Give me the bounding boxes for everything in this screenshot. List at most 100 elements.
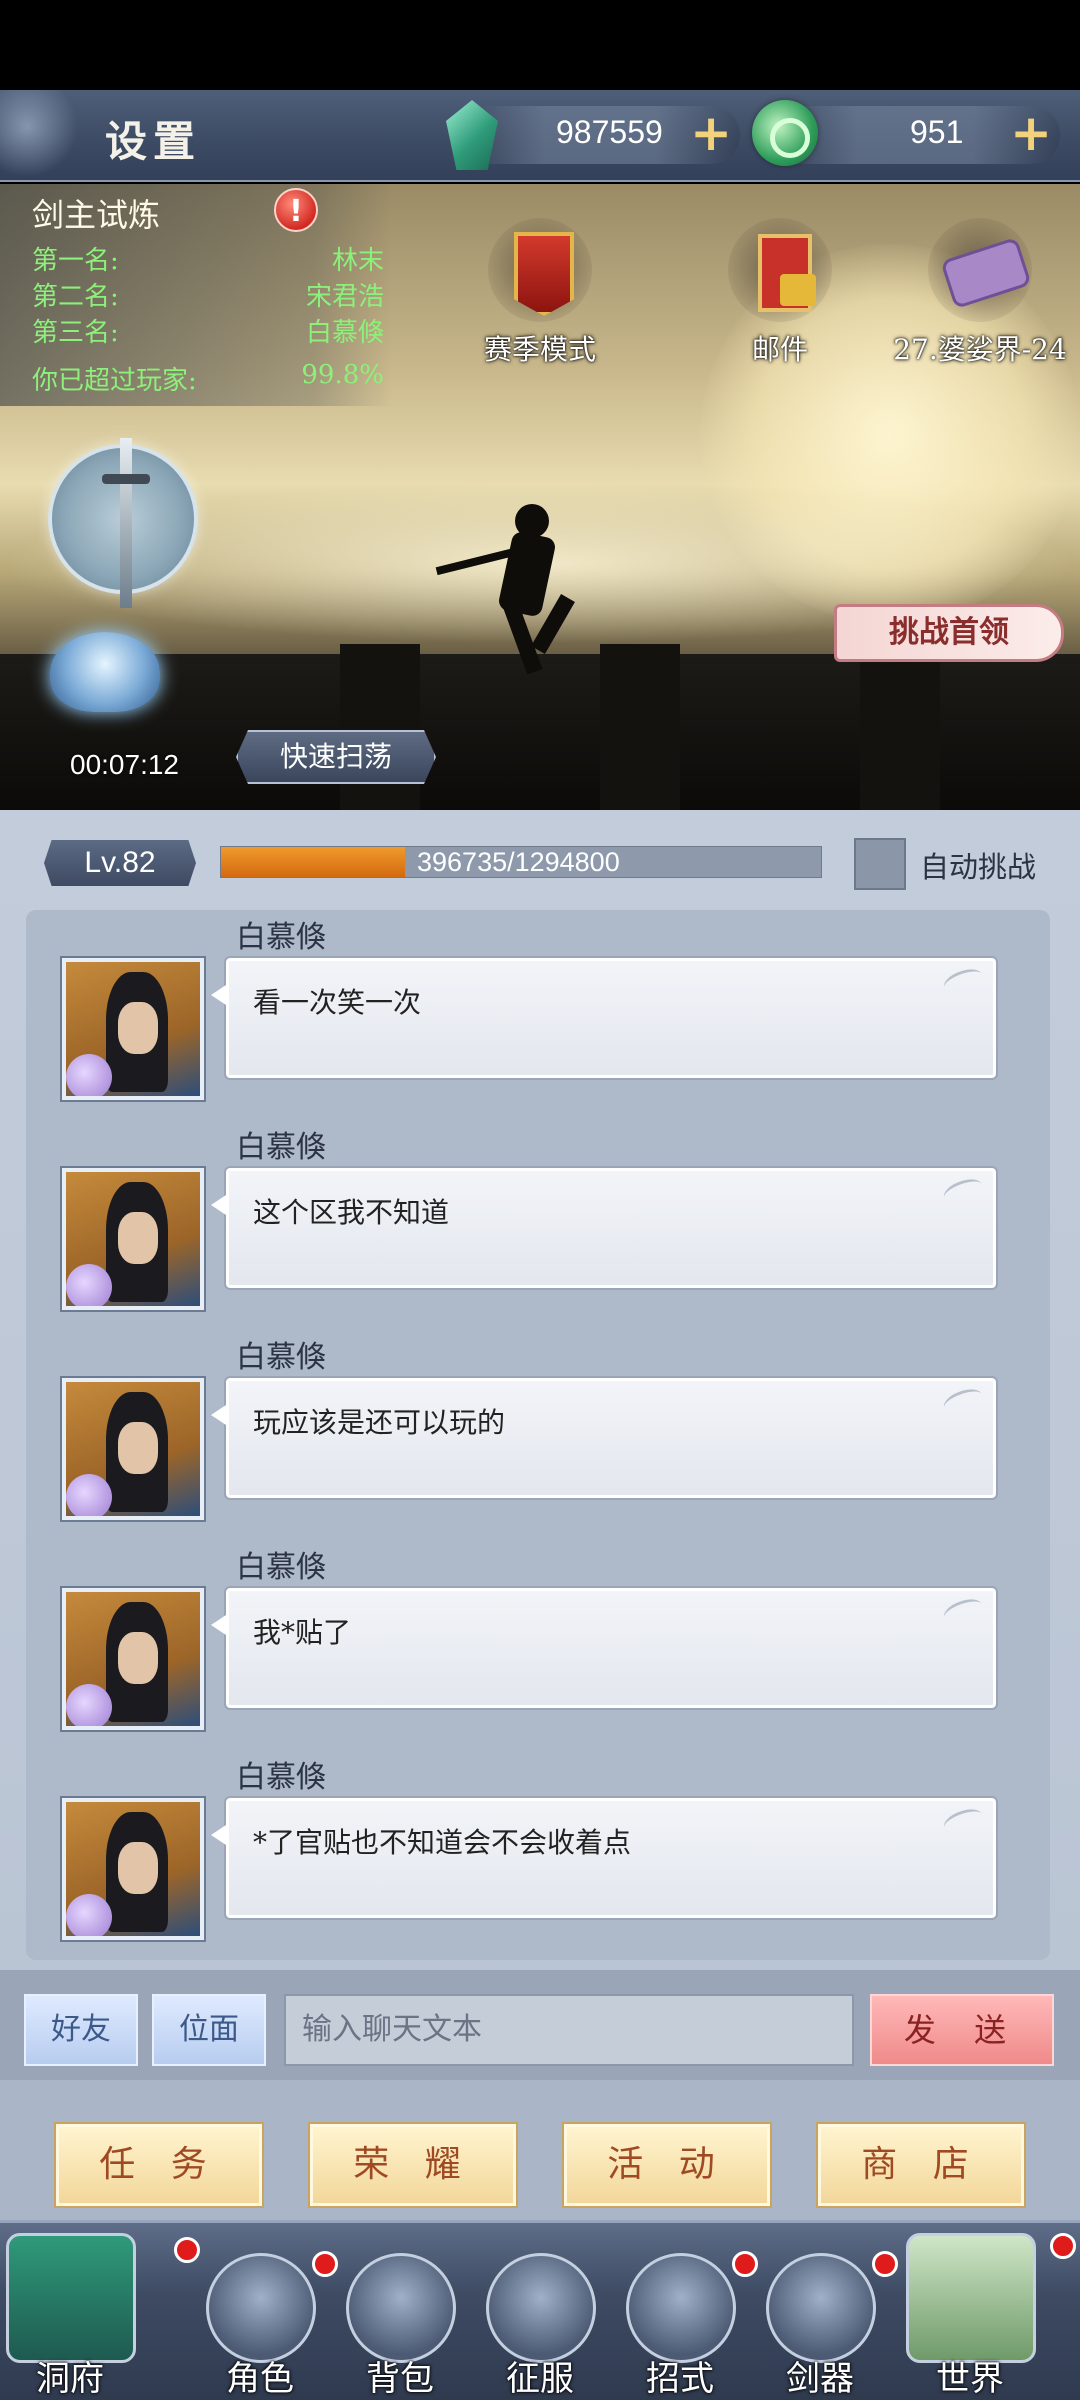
chat-message: 白慕倏 看一次笑一次 <box>26 910 1050 1120</box>
rank-row-second: 第二名: 宋君浩 <box>32 276 384 312</box>
message-text: 看一次笑一次 <box>253 986 422 1019</box>
xp-text: 396735/1294800 <box>417 847 620 877</box>
rank-label: 你已超过玩家: <box>32 366 197 396</box>
battle-scene: 剑主试炼 ! 第一名: 林末 第二名: 宋君浩 第三名: 白慕倏 你已超过玩家:… <box>0 184 1080 810</box>
scroll-icon <box>928 218 1032 322</box>
feather-decoration-icon <box>940 1174 986 1208</box>
rank-row-first: 第一名: 林末 <box>32 240 384 276</box>
message-bubble: *了官贴也不知道会不会收着点 <box>211 1796 998 1920</box>
jade-currency: 987559 + <box>446 100 740 170</box>
chat-message: 白慕倏 这个区我不知道 <box>26 1120 1050 1330</box>
feather-decoration-icon <box>940 1384 986 1418</box>
avatar[interactable] <box>60 1166 206 1312</box>
friends-tab[interactable]: 好友 <box>24 1994 138 2066</box>
rank-value: 林末 <box>331 246 384 276</box>
alert-icon[interactable]: ! <box>274 188 318 232</box>
plane-tab[interactable]: 位面 <box>152 1994 266 2066</box>
tasks-button[interactable]: 任 务 <box>54 2122 264 2208</box>
sender-name: 白慕倏 <box>236 1130 326 1165</box>
quick-sweep-button[interactable]: 快速扫荡 <box>236 730 436 784</box>
feather-decoration-icon <box>940 964 986 998</box>
world-map-icon <box>906 2233 1036 2363</box>
nav-character[interactable]: 角色 <box>190 2223 338 2400</box>
chat-message-list[interactable]: 白慕倏 看一次笑一次 白慕倏 这个区我不知道 白慕倏 玩应该是还可以玩的 白慕倏… <box>26 910 1050 1960</box>
nav-cave-house[interactable]: 洞府 <box>0 2223 200 2400</box>
coin-amount: 951 <box>910 114 964 150</box>
rank-label: 第二名: <box>32 282 119 312</box>
level-badge: Lv.82 <box>44 840 196 886</box>
rank-label: 第三名: <box>32 318 119 348</box>
add-jade-button[interactable]: + <box>690 104 732 162</box>
avatar[interactable] <box>60 1586 206 1732</box>
shop-button[interactable]: 商 店 <box>816 2122 1026 2208</box>
season-mode-button[interactable]: 赛季模式 <box>470 218 610 368</box>
message-text: 这个区我不知道 <box>253 1196 450 1229</box>
pillar <box>340 644 420 810</box>
crossed-swords-icon <box>486 2253 596 2363</box>
message-bubble: 这个区我不知道 <box>211 1166 998 1290</box>
message-text: 玩应该是还可以玩的 <box>253 1406 506 1439</box>
swordsman-silhouette <box>435 494 615 675</box>
avatar[interactable] <box>60 1376 206 1522</box>
mail-icon <box>728 218 832 322</box>
send-button[interactable]: 发 送 <box>870 1994 1054 2066</box>
sword-medal-button[interactable] <box>48 438 198 608</box>
bottom-nav: 洞府 角色 背包 征服 招式 剑器 世界 <box>0 2220 1080 2400</box>
nav-label: 背包 <box>366 2359 434 2399</box>
bag-icon <box>346 2253 456 2363</box>
nav-bag[interactable]: 背包 <box>330 2223 470 2400</box>
chat-message: 白慕倏 我*贴了 <box>26 1540 1050 1750</box>
message-text: 我*贴了 <box>253 1616 352 1649</box>
cave-house-icon <box>6 2233 136 2363</box>
notification-dot <box>872 2251 898 2277</box>
message-bubble: 玩应该是还可以玩的 <box>211 1376 998 1500</box>
settings-title[interactable]: 设置 <box>105 108 201 169</box>
mail-button[interactable]: 邮件 <box>710 218 850 368</box>
sender-name: 白慕倏 <box>236 920 326 955</box>
sender-name: 白慕倏 <box>236 1760 326 1795</box>
chat-text-input[interactable]: 输入聊天文本 <box>284 1994 854 2066</box>
message-bubble: 我*贴了 <box>211 1586 998 1710</box>
trial-title: 剑主试炼 <box>32 196 161 234</box>
status-bar <box>0 0 1080 90</box>
scroll-book-icon <box>626 2253 736 2363</box>
nav-conquer[interactable]: 征服 <box>470 2223 610 2400</box>
nav-label: 剑器 <box>786 2359 854 2399</box>
sword-icon <box>102 438 150 608</box>
sword-forge-icon <box>766 2253 876 2363</box>
nav-world[interactable]: 世界 <box>900 2223 1076 2400</box>
stage-label: 27.婆娑界-24 <box>893 333 1067 366</box>
auto-challenge-label: 自动挑战 <box>920 850 1037 884</box>
character-icon <box>206 2253 316 2363</box>
trial-ranking-panel[interactable]: 剑主试炼 ! 第一名: 林末 第二名: 宋君浩 第三名: 白慕倏 你已超过玩家:… <box>0 184 392 406</box>
avatar[interactable] <box>60 1796 206 1942</box>
nav-sword-forge[interactable]: 剑器 <box>750 2223 898 2400</box>
auto-challenge-checkbox[interactable] <box>854 838 906 890</box>
nav-skills[interactable]: 招式 <box>610 2223 758 2400</box>
avatar[interactable] <box>60 956 206 1102</box>
rank-value: 99.8% <box>301 360 384 390</box>
challenge-boss-button[interactable]: 挑战首领 <box>834 604 1064 662</box>
events-button[interactable]: 活 动 <box>562 2122 772 2208</box>
rank-row-third: 第三名: 白慕倏 <box>32 312 384 348</box>
flower-decoration-icon <box>0 90 90 182</box>
stage-select-button[interactable]: 27.婆娑界-24 <box>880 218 1080 368</box>
mail-label: 邮件 <box>751 333 808 366</box>
honor-button[interactable]: 荣 耀 <box>308 2122 518 2208</box>
rank-value: 宋君浩 <box>305 282 384 312</box>
nav-label: 征服 <box>506 2359 574 2399</box>
rank-label: 第一名: <box>32 246 119 276</box>
rank-row-percentile: 你已超过玩家: 99.8% <box>32 360 384 396</box>
action-button-row: 任 务 荣 耀 活 动 商 店 <box>0 2080 1080 2220</box>
add-coin-button[interactable]: + <box>1010 104 1052 162</box>
feather-decoration-icon <box>940 1594 986 1628</box>
chat-message: 白慕倏 玩应该是还可以玩的 <box>26 1330 1050 1540</box>
message-bubble: 看一次笑一次 <box>211 956 998 1080</box>
season-mode-label: 赛季模式 <box>483 333 596 366</box>
pillar <box>860 644 940 810</box>
notification-dot <box>1050 2233 1076 2259</box>
chat-input-row: 好友 位面 输入聊天文本 发 送 <box>0 1970 1080 2080</box>
countdown-timer: 00:07:12 <box>70 749 179 780</box>
lotus-treasure-button[interactable] <box>50 632 160 728</box>
rank-value: 白慕倏 <box>305 318 384 348</box>
